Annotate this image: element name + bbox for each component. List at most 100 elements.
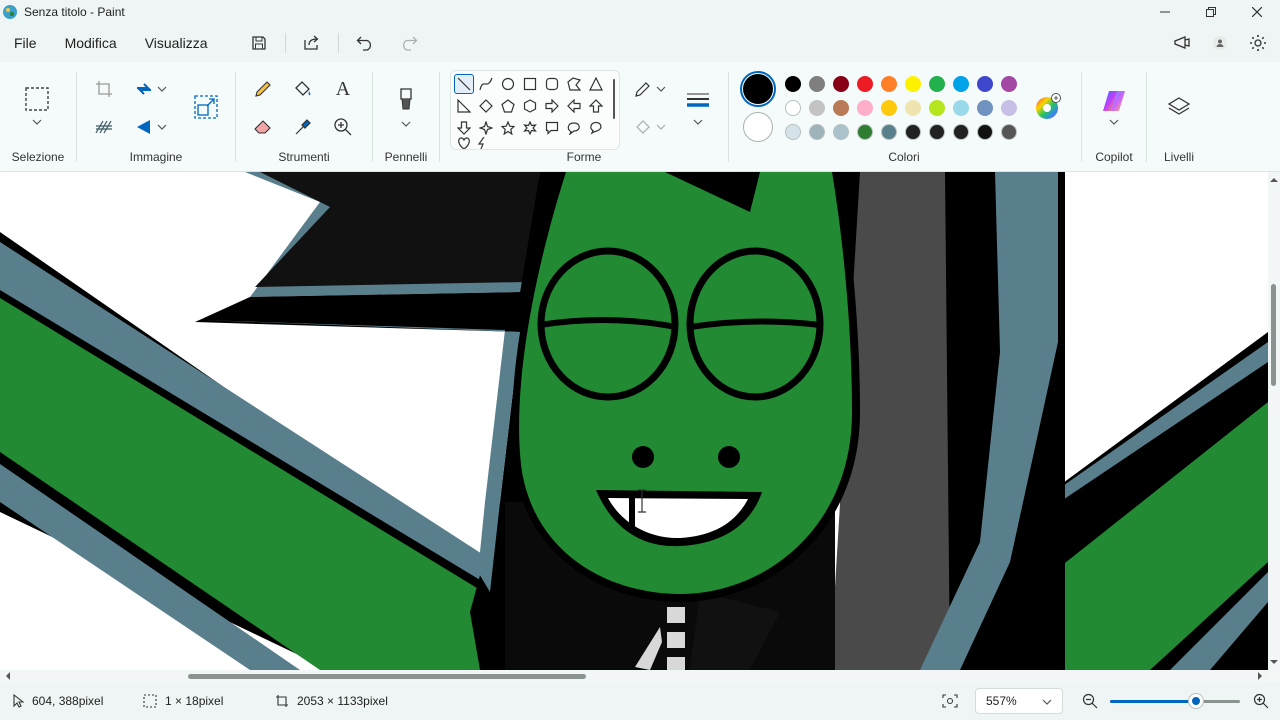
pencil-tool[interactable] bbox=[248, 74, 278, 104]
fill-style-dropdown[interactable] bbox=[652, 112, 670, 142]
shape-star-five[interactable] bbox=[498, 118, 518, 138]
color-swatch[interactable] bbox=[881, 100, 897, 116]
color-swatch[interactable] bbox=[905, 76, 921, 92]
select-dropdown[interactable] bbox=[22, 112, 52, 132]
brushes-dropdown[interactable] bbox=[391, 114, 421, 134]
flip-dropdown[interactable] bbox=[153, 112, 171, 142]
color-swatch[interactable] bbox=[905, 124, 921, 140]
shape-rounded-rectangle[interactable] bbox=[542, 74, 562, 94]
fit-to-window-button[interactable] bbox=[942, 694, 958, 708]
shape-arrow-down[interactable] bbox=[454, 118, 474, 138]
shape-callout-rect[interactable] bbox=[542, 118, 562, 138]
resize-button[interactable] bbox=[191, 92, 221, 122]
horizontal-scroll-thumb[interactable] bbox=[188, 674, 586, 679]
shape-pentagon[interactable] bbox=[498, 96, 518, 116]
shape-right-triangle[interactable] bbox=[454, 96, 474, 116]
layers-button[interactable] bbox=[1164, 92, 1194, 122]
account-button[interactable] bbox=[1204, 28, 1236, 58]
vertical-scroll-thumb[interactable] bbox=[1271, 284, 1276, 386]
copilot-dropdown[interactable] bbox=[1099, 112, 1129, 132]
stroke-size-dropdown[interactable] bbox=[683, 112, 713, 132]
zoom-slider-thumb[interactable] bbox=[1188, 694, 1203, 708]
crop-button[interactable] bbox=[89, 74, 119, 104]
drawing-canvas[interactable] bbox=[0, 172, 1268, 670]
menu-file[interactable]: File bbox=[0, 35, 51, 51]
secondary-color[interactable] bbox=[743, 112, 773, 142]
shape-star-four[interactable] bbox=[476, 118, 496, 138]
feedback-button[interactable] bbox=[1166, 28, 1198, 58]
shapes-scrollbar[interactable] bbox=[613, 79, 615, 119]
eraser-tool[interactable] bbox=[248, 112, 278, 142]
fill-tool[interactable] bbox=[288, 74, 318, 104]
settings-button[interactable] bbox=[1242, 28, 1274, 58]
zoom-select[interactable]: 557% bbox=[975, 688, 1063, 714]
color-swatch[interactable] bbox=[929, 124, 945, 140]
horizontal-scrollbar[interactable] bbox=[0, 670, 1268, 682]
color-swatch[interactable] bbox=[929, 76, 945, 92]
magnifier-tool[interactable] bbox=[328, 112, 358, 142]
color-swatch[interactable] bbox=[809, 124, 825, 140]
color-swatch[interactable] bbox=[833, 124, 849, 140]
menu-modifica[interactable]: Modifica bbox=[51, 35, 131, 51]
color-swatch[interactable] bbox=[833, 76, 849, 92]
shape-star-six[interactable] bbox=[520, 118, 540, 138]
close-button[interactable] bbox=[1234, 0, 1280, 24]
shape-hexagon[interactable] bbox=[520, 96, 540, 116]
color-swatch[interactable] bbox=[977, 76, 993, 92]
undo-button[interactable] bbox=[345, 28, 385, 58]
restore-button[interactable] bbox=[1188, 0, 1234, 24]
color-swatch[interactable] bbox=[785, 76, 801, 92]
redo-button[interactable] bbox=[389, 28, 429, 58]
primary-color[interactable] bbox=[743, 74, 773, 104]
color-picker-tool[interactable] bbox=[288, 112, 318, 142]
color-swatch[interactable] bbox=[785, 124, 801, 140]
brushes-button[interactable] bbox=[391, 84, 421, 114]
color-swatch[interactable] bbox=[881, 76, 897, 92]
color-swatch[interactable] bbox=[953, 124, 969, 140]
shape-arrow-up[interactable] bbox=[586, 96, 606, 116]
color-swatch[interactable] bbox=[857, 124, 873, 140]
color-swatch[interactable] bbox=[833, 100, 849, 116]
color-swatch[interactable] bbox=[881, 124, 897, 140]
color-swatch[interactable] bbox=[929, 100, 945, 116]
save-button[interactable] bbox=[239, 28, 279, 58]
color-swatch[interactable] bbox=[809, 100, 825, 116]
edit-colors-button[interactable] bbox=[1033, 92, 1063, 122]
shape-polygon[interactable] bbox=[564, 74, 584, 94]
shape-oval[interactable] bbox=[498, 74, 518, 94]
color-swatch[interactable] bbox=[1001, 100, 1017, 116]
color-swatch[interactable] bbox=[953, 100, 969, 116]
zoom-in-button[interactable] bbox=[1253, 693, 1269, 709]
share-button[interactable] bbox=[292, 28, 332, 58]
color-swatch[interactable] bbox=[977, 124, 993, 140]
color-swatch[interactable] bbox=[953, 76, 969, 92]
text-tool[interactable]: A bbox=[328, 74, 358, 104]
shape-heart[interactable] bbox=[454, 137, 474, 149]
shape-curve[interactable] bbox=[476, 74, 496, 94]
color-swatch[interactable] bbox=[809, 76, 825, 92]
color-swatch[interactable] bbox=[785, 100, 801, 116]
minimize-button[interactable] bbox=[1142, 0, 1188, 24]
select-button[interactable] bbox=[22, 84, 52, 114]
zoom-slider[interactable] bbox=[1110, 694, 1240, 708]
color-swatch[interactable] bbox=[1001, 124, 1017, 140]
shape-callout-oval[interactable] bbox=[564, 118, 584, 138]
shape-rectangle[interactable] bbox=[520, 74, 540, 94]
color-swatch[interactable] bbox=[857, 100, 873, 116]
shape-triangle[interactable] bbox=[586, 74, 606, 94]
color-swatch[interactable] bbox=[1001, 76, 1017, 92]
color-swatch[interactable] bbox=[905, 100, 921, 116]
shape-line[interactable] bbox=[454, 74, 474, 94]
color-swatch[interactable] bbox=[977, 100, 993, 116]
zoom-out-button[interactable] bbox=[1082, 693, 1098, 709]
shape-callout-cloud[interactable] bbox=[586, 118, 606, 138]
outline-dropdown[interactable] bbox=[652, 74, 670, 104]
color-swatch[interactable] bbox=[857, 76, 873, 92]
shape-lightning[interactable] bbox=[473, 137, 493, 149]
vertical-scrollbar[interactable] bbox=[1268, 172, 1280, 670]
menu-visualizza[interactable]: Visualizza bbox=[131, 35, 222, 51]
shape-arrow-left[interactable] bbox=[564, 96, 584, 116]
image-effects-button[interactable] bbox=[89, 112, 119, 142]
shape-arrow-right[interactable] bbox=[542, 96, 562, 116]
rotate-dropdown[interactable] bbox=[153, 74, 171, 104]
